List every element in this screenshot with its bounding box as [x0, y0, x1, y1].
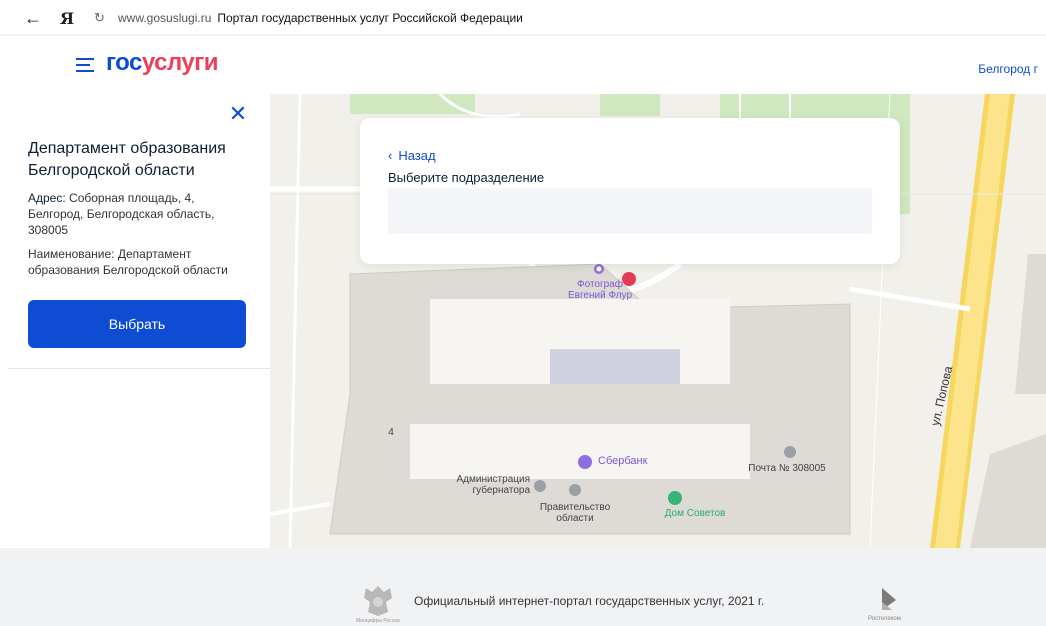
map-label-government[interactable]: Правительство области	[525, 502, 625, 524]
map-label-administration[interactable]: Администрация губернатора	[440, 474, 530, 496]
footer-copyright: Официальный интернет-портал государствен…	[414, 594, 765, 608]
partner-caption: Ростелеком	[868, 616, 901, 622]
subdivision-select[interactable]	[388, 188, 872, 234]
chevron-left-icon: ‹	[388, 148, 393, 163]
gosuslugi-logo[interactable]: госуслуги	[106, 49, 219, 77]
organization-panel: ✕ Департамент образования Белгородской о…	[0, 94, 270, 548]
page-root: ← Я ↻ www.gosuslugi.ru Портал государств…	[0, 0, 1046, 626]
organization-name: Наименование: Департамент образования Бе…	[28, 246, 258, 278]
select-button[interactable]: Выбрать	[28, 300, 246, 348]
address-bar-url[interactable]: www.gosuslugi.ru	[118, 11, 211, 25]
browser-bar: ← Я ↻ www.gosuslugi.ru Портал государств…	[0, 0, 1046, 36]
logo-part-gos: гос	[106, 49, 142, 76]
map-label-sberbank[interactable]: Сбербанк	[598, 456, 668, 467]
subdivision-card: ‹ Назад Выберите подразделение	[360, 118, 900, 264]
panel-divider	[8, 368, 270, 369]
logo-part-uslugi: услуги	[141, 49, 219, 76]
organization-title: Департамент образования Белгородской обл…	[28, 140, 226, 179]
name-label: Наименование:	[28, 247, 115, 261]
menu-burger-icon[interactable]	[76, 58, 94, 72]
map-label-house-of-soviets[interactable]: Дом Советов	[655, 508, 735, 519]
site-header: госуслуги Белгород г	[0, 36, 1046, 94]
address-label: Адрес:	[28, 191, 66, 205]
close-icon[interactable]: ✕	[228, 103, 248, 125]
site-footer: Минцифры России Официальный интернет-пор…	[0, 548, 1046, 626]
map-label-post[interactable]: Почта № 308005	[742, 463, 832, 474]
reload-icon[interactable]: ↻	[94, 10, 108, 26]
map-label-photographer[interactable]: Фотограф Евгений Флур	[560, 279, 640, 301]
browser-page-title: Портал государственных услуг Российской …	[217, 11, 523, 25]
back-arrow-icon[interactable]: ←	[24, 8, 44, 29]
browser-brand-icon[interactable]: Я	[60, 9, 76, 28]
rostelecom-logo-icon[interactable]	[878, 586, 900, 612]
emblem-caption: Минцифры России	[356, 618, 400, 624]
coat-of-arms-icon	[364, 586, 392, 616]
back-link-label: Назад	[398, 148, 436, 163]
organization-address: Адрес: Соборная площадь, 4, Белгород, Бе…	[28, 190, 253, 238]
subdivision-label: Выберите подразделение	[388, 170, 545, 185]
city-selector[interactable]: Белгород г	[978, 62, 1038, 76]
map-building-number: 4	[388, 427, 394, 438]
back-link[interactable]: ‹ Назад	[388, 148, 436, 163]
